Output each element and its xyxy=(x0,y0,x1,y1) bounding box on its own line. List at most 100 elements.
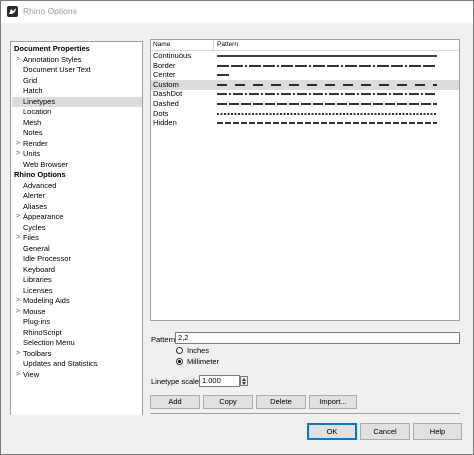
expand-chevron-icon[interactable]: > xyxy=(14,349,22,359)
tree-item-label: Updates and Statistics xyxy=(23,359,98,368)
pattern-input[interactable]: 2,2 xyxy=(175,332,460,344)
tree-item-label: Cycles xyxy=(23,222,46,232)
tree-item-label: Hatch xyxy=(23,86,43,95)
tree-item[interactable]: Aliases xyxy=(12,202,142,212)
tree-item-label: Keyboard xyxy=(23,264,56,274)
tree-item-label: Mesh xyxy=(23,117,42,127)
linetype-pattern-preview xyxy=(217,93,435,96)
tree-item-label: Linetypes xyxy=(23,96,56,106)
linetype-name: Dashed xyxy=(153,99,179,108)
tree-item[interactable]: Document Properties xyxy=(12,44,142,54)
linetype-pattern-preview xyxy=(217,112,436,115)
help-button[interactable]: Help xyxy=(413,423,462,440)
tree-item[interactable]: > Mouse xyxy=(12,307,142,317)
options-tree[interactable]: Document Properties > Annotation Styles Doc… xyxy=(10,41,143,416)
linetype-name: Custom xyxy=(153,79,179,89)
tree-item[interactable]: > Files xyxy=(12,233,142,243)
expand-chevron-icon[interactable]: > xyxy=(14,233,22,243)
tree-item[interactable]: Rhino Options xyxy=(12,170,142,180)
tree-item[interactable]: Selection Menu xyxy=(12,338,142,348)
tree-item[interactable]: Updates and Statistics xyxy=(12,359,142,369)
rhino-options-window: Rhino Options Document Properties > Annota… xyxy=(0,0,474,455)
expand-chevron-icon[interactable]: > xyxy=(14,296,22,306)
column-header-pattern[interactable]: Pattern xyxy=(217,41,238,48)
linetype-pattern-preview xyxy=(217,55,437,57)
tree-item[interactable]: Grid xyxy=(12,76,142,86)
tree-item-label: Selection Menu xyxy=(23,338,75,347)
linetype-list[interactable]: Name Pattern Continuous Border Center Custo… xyxy=(150,39,460,321)
tree-item[interactable]: Licenses xyxy=(12,286,142,296)
inches-label[interactable]: Inches xyxy=(187,346,209,355)
tree-item-label: Idle Processor xyxy=(23,254,71,263)
linetype-row[interactable]: Dots xyxy=(151,109,459,119)
tree-item-label: Alerter xyxy=(23,191,46,200)
column-header-name[interactable]: Name xyxy=(153,41,170,48)
tree-item-label: Toolbars xyxy=(23,348,52,358)
linetype-row[interactable]: Continuous xyxy=(151,51,459,61)
tree-item-label: Location xyxy=(23,107,52,116)
linetype-name: DashDot xyxy=(153,89,183,99)
inches-radio[interactable] xyxy=(176,347,183,354)
tree-item[interactable]: Document User Text xyxy=(12,65,142,75)
tree-item-label: Notes xyxy=(23,128,43,137)
expand-chevron-icon[interactable]: > xyxy=(14,307,22,317)
tree-item[interactable]: Notes xyxy=(12,128,142,138)
tree-item[interactable]: > View xyxy=(12,370,142,380)
expand-chevron-icon[interactable]: > xyxy=(14,149,22,159)
millimeter-radio[interactable] xyxy=(176,358,183,365)
expand-chevron-icon[interactable]: > xyxy=(14,55,22,65)
tree-item[interactable]: Libraries xyxy=(12,275,142,285)
linetype-row[interactable]: DashDot xyxy=(151,89,459,99)
tree-item[interactable]: > Units xyxy=(12,149,142,159)
tree-item[interactable]: > Modeling Aids xyxy=(12,296,142,306)
ok-button[interactable]: OK xyxy=(307,423,357,440)
add-button[interactable]: Add xyxy=(150,395,200,409)
tree-item-label: Annotation Styles xyxy=(23,54,82,64)
tree-item-label: Aliases xyxy=(23,201,48,211)
linetype-name: Center xyxy=(153,70,176,80)
tree-item[interactable]: General xyxy=(12,244,142,254)
column-separator[interactable] xyxy=(213,40,214,50)
linetype-name: Continuous xyxy=(153,51,191,60)
tree-item[interactable]: Advanced xyxy=(12,181,142,191)
cancel-button[interactable]: Cancel xyxy=(360,423,410,440)
tree-item[interactable]: Linetypes xyxy=(12,96,142,107)
copy-button[interactable]: Copy xyxy=(203,395,253,409)
import-button[interactable]: Import... xyxy=(309,395,357,409)
millimeter-label[interactable]: Millimeter xyxy=(187,357,219,366)
section-divider xyxy=(150,413,460,414)
tree-item[interactable]: Web Browser xyxy=(12,160,142,170)
tree-item[interactable]: > Annotation Styles xyxy=(12,55,142,65)
tree-item[interactable]: Location xyxy=(12,107,142,117)
rhino-app-icon xyxy=(7,6,18,17)
tree-item[interactable]: Plug-ins xyxy=(12,317,142,327)
tree-item[interactable]: Alerter xyxy=(12,191,142,201)
linetype-row[interactable]: Border xyxy=(151,61,459,71)
tree-item[interactable]: Cycles xyxy=(12,223,142,233)
linetype-row[interactable]: Custom xyxy=(151,79,459,90)
tree-item-label: Appearance xyxy=(23,212,64,221)
linetype-row[interactable]: Center xyxy=(151,70,459,80)
expand-chevron-icon[interactable]: > xyxy=(14,370,22,380)
tree-item[interactable]: RhinoScript xyxy=(12,328,142,338)
linetype-row[interactable]: Hidden xyxy=(151,118,459,128)
tree-item[interactable]: Idle Processor xyxy=(12,254,142,264)
tree-item[interactable]: Keyboard xyxy=(12,265,142,275)
linetype-scale-input[interactable]: 1.000 xyxy=(199,375,240,387)
tree-item[interactable]: Mesh xyxy=(12,118,142,128)
linetype-scale-spinner[interactable] xyxy=(240,376,248,386)
spin-up-icon[interactable] xyxy=(242,378,246,381)
delete-button[interactable]: Delete xyxy=(256,395,306,409)
linetype-scale-label: Linetype scale: xyxy=(151,377,202,386)
tree-item[interactable]: > Appearance xyxy=(12,212,142,222)
expand-chevron-icon[interactable]: > xyxy=(14,139,22,149)
linetype-pattern-preview xyxy=(217,74,229,76)
tree-item-label: Modeling Aids xyxy=(23,296,70,305)
tree-item-label: Advanced xyxy=(23,180,57,190)
linetype-row[interactable]: Dashed xyxy=(151,99,459,109)
spin-down-icon[interactable] xyxy=(242,382,246,385)
tree-item[interactable]: > Render xyxy=(12,139,142,149)
tree-item[interactable]: > Toolbars xyxy=(12,349,142,359)
tree-item[interactable]: Hatch xyxy=(12,86,142,96)
expand-chevron-icon[interactable]: > xyxy=(14,212,22,222)
